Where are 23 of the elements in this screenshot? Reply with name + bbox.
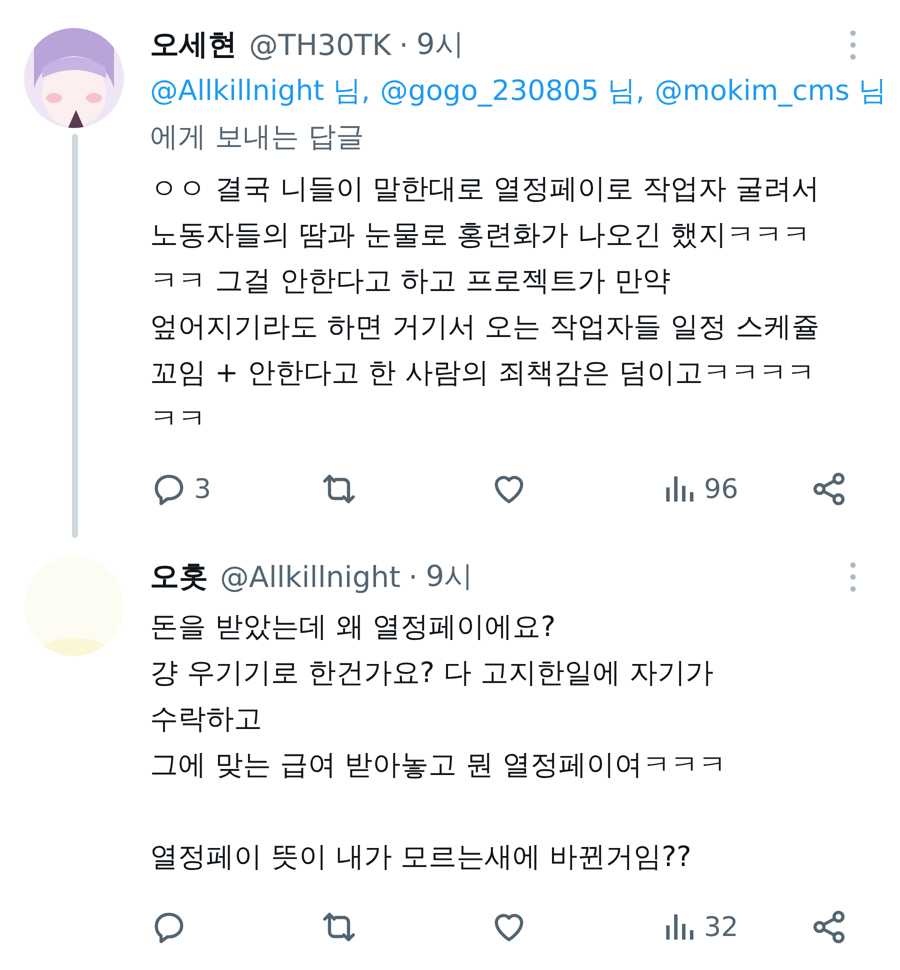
tweet-text-line: 돈을 받았는데 왜 열정페이에요? — [150, 609, 556, 645]
tweet-text-line: 수락하고 — [150, 701, 262, 737]
separator: · — [399, 28, 408, 62]
view-count: 96 — [704, 474, 738, 504]
tweet-text-line: 노동자들의 땀과 눈물로 홍련화가 나오긴 했지ㅋㅋㅋ — [150, 217, 811, 253]
tweet-text-line: ㅋㅋ — [150, 401, 206, 437]
tweet-text-line: 꼬임 + 안한다고 한 사람의 죄책감은 덤이고ㅋㅋㅋㅋ — [150, 355, 815, 391]
reply-count: 3 — [194, 474, 212, 504]
user-name[interactable]: 오홋 — [150, 557, 208, 597]
user-name[interactable]: 오세현 — [150, 25, 237, 65]
reply-label: 에게 보내는 답글 — [150, 120, 364, 153]
view-count: 32 — [704, 912, 738, 942]
tweet-time[interactable]: 9시 — [426, 557, 474, 597]
tweet-time[interactable]: 9시 — [416, 25, 464, 65]
tweet-text-line: ㅇㅇ 결국 니들이 말한대로 열정페이로 작업자 굴려서 — [150, 171, 820, 207]
tweet-text-line: ㅋㅋ 그걸 안한다고 하고 프로젝트가 만약 — [150, 263, 671, 299]
tweet-text-line: 엎어지기라도 하면 거기서 오는 작업자들 일정 스케쥴 — [150, 309, 820, 345]
tweet-text-line: 열정페이 뜻이 내가 모르는새에 바뀐거임?? — [150, 839, 692, 875]
separator: · — [408, 560, 418, 594]
tweet-text-line: 걍 우기기로 한건가요? 다 고지한일에 자기가 — [150, 655, 714, 691]
user-handle[interactable]: @TH30TK — [249, 28, 392, 62]
user-handle[interactable]: @Allkillnight — [220, 560, 401, 594]
tweet-text-line: 그에 맞는 급여 받아놓고 뭔 열정페이여ㅋㅋㅋ — [150, 747, 727, 783]
